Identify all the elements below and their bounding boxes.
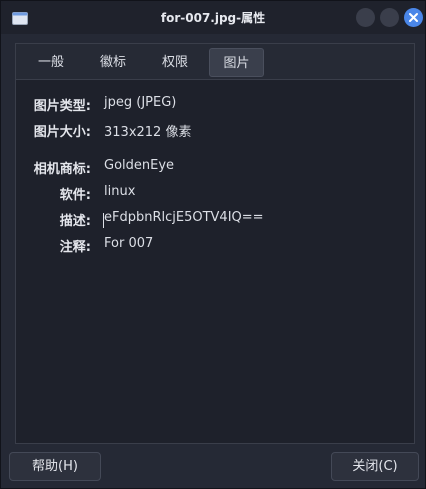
- tab-permissions[interactable]: 权限: [148, 48, 202, 77]
- comment-value: For 007: [104, 236, 154, 251]
- close-icon[interactable]: [404, 8, 423, 27]
- description-value[interactable]: eFdpbnRlcjE5OTV4IQ==: [104, 210, 264, 225]
- image-type-label: 图片类型:: [33, 99, 91, 114]
- camera-brand-value: GoldenEye: [104, 158, 175, 173]
- software-value: linux: [104, 184, 136, 199]
- text-cursor: [103, 213, 104, 228]
- description-label: 描述:: [59, 214, 91, 229]
- image-type-value: jpeg (JPEG): [104, 95, 177, 110]
- image-size-label: 图片大小:: [33, 125, 91, 140]
- software-label: 软件:: [59, 188, 91, 203]
- title-bar[interactable]: for-007.jpg-属性: [1, 1, 425, 34]
- comment-label: 注释:: [59, 240, 91, 255]
- tab-image[interactable]: 图片: [209, 48, 264, 77]
- close-button[interactable]: 关闭(C): [331, 452, 419, 481]
- camera-brand-label: 相机商标:: [33, 162, 91, 177]
- tab-emblems[interactable]: 徽标: [86, 48, 140, 77]
- properties-dialog: for-007.jpg-属性 一般 徽标 权限 图片 图片类型: jpeg (J…: [0, 0, 426, 489]
- help-button[interactable]: 帮助(H): [9, 452, 101, 481]
- tab-bar: 一般 徽标 权限 图片: [16, 44, 414, 80]
- tab-general[interactable]: 一般: [24, 48, 78, 77]
- maximize-icon[interactable]: [380, 8, 399, 27]
- image-size-value: 313x212 像素: [104, 125, 192, 140]
- minimize-icon[interactable]: [356, 8, 375, 27]
